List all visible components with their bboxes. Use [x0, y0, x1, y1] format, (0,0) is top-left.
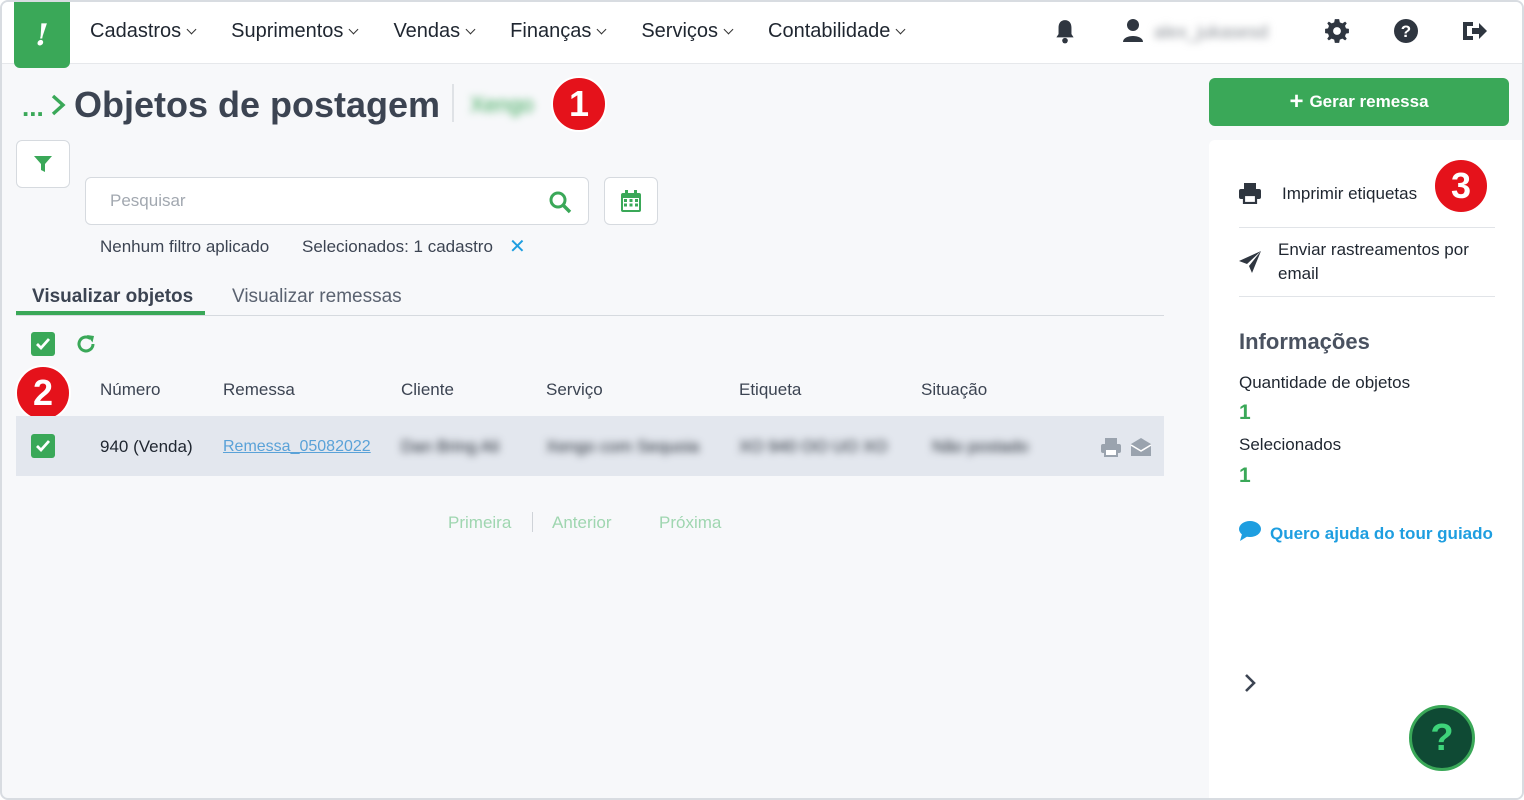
- info-objects-label: Quantidade de objetos: [1239, 373, 1411, 392]
- breadcrumb-dots[interactable]: ...: [22, 92, 44, 123]
- cell-numero: 940 (Venda): [100, 437, 193, 456]
- menu-label: Serviços: [641, 20, 719, 42]
- row-actions: [1100, 436, 1152, 463]
- expand-panel-chevron-icon[interactable]: [1242, 672, 1258, 699]
- column-header-numero[interactable]: Número: [100, 380, 160, 400]
- menu-suprimentos[interactable]: Suprimentos: [231, 20, 359, 43]
- info-selected-label: Selecionados: [1239, 435, 1342, 454]
- tabs-divider: [16, 315, 1164, 316]
- print-labels-label: Imprimir etiquetas: [1282, 184, 1418, 203]
- menu-label: Contabilidade: [768, 20, 891, 42]
- menu-financas[interactable]: Finanças: [510, 20, 607, 43]
- calendar-icon: [621, 190, 641, 212]
- chevron-down-icon: [596, 24, 607, 35]
- cell-etiqueta: XO 940 OO UO XO: [739, 437, 888, 456]
- column-header-situacao[interactable]: Situação: [921, 380, 987, 400]
- column-header-cliente[interactable]: Cliente: [401, 380, 454, 400]
- cell-servico: Xengo com Sequoia: [546, 437, 700, 456]
- pager-first[interactable]: Primeira: [448, 513, 511, 533]
- print-icon[interactable]: [1100, 436, 1122, 463]
- menu-vendas[interactable]: Vendas: [393, 20, 476, 43]
- cell-situacao: Não postado: [932, 437, 1029, 456]
- column-header-servico[interactable]: Serviço: [546, 380, 603, 400]
- filter-status: Nenhum filtro aplicado: [100, 237, 270, 256]
- clear-selection-icon[interactable]: ✕: [509, 234, 526, 259]
- pager-next[interactable]: Próxima: [659, 513, 721, 533]
- row-checkbox[interactable]: [31, 434, 55, 458]
- info-selected-value: 1: [1239, 464, 1251, 487]
- annotation-badge-1: 1: [551, 76, 607, 132]
- check-icon: [36, 440, 51, 453]
- user-icon[interactable]: [1122, 18, 1144, 49]
- main-menu: Cadastros Suprimentos Vendas Finanças Se…: [90, 20, 940, 43]
- generate-shipment-button[interactable]: + Gerar remessa: [1209, 78, 1509, 126]
- selected-status: Selecionados: 1 cadastro: [302, 237, 493, 256]
- search-field[interactable]: [85, 177, 589, 225]
- chevron-down-icon: [186, 24, 197, 35]
- filter-button[interactable]: [16, 140, 70, 188]
- cell-cliente: Dan Bring Ali: [401, 437, 500, 456]
- info-title: Informações: [1239, 329, 1370, 354]
- title-divider: [452, 84, 454, 122]
- chevron-down-icon: [465, 24, 476, 35]
- menu-label: Suprimentos: [231, 20, 344, 42]
- gear-icon[interactable]: [1324, 18, 1350, 49]
- select-all-checkbox[interactable]: [31, 332, 55, 356]
- page-title: Objetos de postagem: [74, 84, 441, 125]
- chat-bubble-icon: [1238, 520, 1262, 547]
- envelope-icon[interactable]: [1130, 436, 1152, 463]
- annotation-badge-2: 2: [15, 365, 71, 421]
- plus-icon: +: [1289, 88, 1304, 115]
- side-divider: [1239, 296, 1495, 297]
- pager-previous[interactable]: Anterior: [552, 513, 612, 533]
- filter-icon: [34, 156, 52, 172]
- check-icon: [36, 338, 51, 351]
- pager-separator: [532, 512, 533, 532]
- search-input[interactable]: [110, 191, 530, 211]
- app-logo[interactable]: !: [14, 2, 70, 68]
- menu-label: Cadastros: [90, 20, 182, 42]
- column-header-remessa[interactable]: Remessa: [223, 380, 295, 400]
- menu-label: Finanças: [510, 20, 592, 42]
- svg-text:?: ?: [1401, 22, 1411, 41]
- tab-visualizar-objetos[interactable]: Visualizar objetos: [32, 286, 193, 308]
- chevron-right-icon: [50, 94, 66, 121]
- annotation-badge-3: 3: [1433, 158, 1489, 214]
- column-header-etiqueta[interactable]: Etiqueta: [739, 380, 801, 400]
- logout-icon[interactable]: [1461, 18, 1489, 49]
- menu-contabilidade[interactable]: Contabilidade: [768, 20, 906, 43]
- menu-cadastros[interactable]: Cadastros: [90, 20, 197, 43]
- info-objects-value: 1: [1239, 401, 1251, 424]
- chevron-down-icon: [723, 24, 734, 35]
- active-tab-indicator: [16, 311, 205, 315]
- app-frame: ! Cadastros Suprimentos Vendas Finanças …: [0, 0, 1524, 800]
- date-filter-button[interactable]: [604, 177, 658, 225]
- printer-icon: [1238, 182, 1262, 209]
- refresh-icon[interactable]: [74, 332, 98, 361]
- user-name[interactable]: alex_jukasesd: [1154, 22, 1268, 43]
- chevron-down-icon: [895, 24, 906, 35]
- generate-shipment-label: Gerar remessa: [1309, 92, 1429, 111]
- integration-tag: Xengo: [470, 92, 534, 117]
- tab-visualizar-remessas[interactable]: Visualizar remessas: [232, 286, 402, 308]
- cell-remessa-link[interactable]: Remessa_05082022: [223, 438, 371, 456]
- side-divider: [1239, 227, 1495, 228]
- menu-label: Vendas: [393, 20, 461, 42]
- help-floating-button[interactable]: ?: [1409, 705, 1475, 771]
- search-icon[interactable]: [548, 190, 572, 219]
- send-tracking-label-line2: email: [1278, 264, 1319, 283]
- menu-servicos[interactable]: Serviços: [641, 20, 734, 43]
- guided-tour-link[interactable]: Quero ajuda do tour guiado: [1238, 520, 1493, 547]
- print-labels-action[interactable]: Imprimir etiquetas: [1238, 182, 1417, 209]
- help-icon[interactable]: ?: [1393, 18, 1419, 49]
- send-tracking-label-line1: Enviar rastreamentos por: [1278, 240, 1469, 259]
- send-tracking-label: Enviar rastreamentos por email: [1278, 238, 1469, 286]
- send-tracking-action[interactable]: Enviar rastreamentos por email: [1238, 238, 1469, 286]
- top-nav: ! Cadastros Suprimentos Vendas Finanças …: [2, 2, 1522, 68]
- chevron-down-icon: [348, 24, 359, 35]
- paper-plane-icon: [1238, 250, 1262, 279]
- guided-tour-label: Quero ajuda do tour guiado: [1270, 523, 1493, 543]
- bell-icon[interactable]: [1052, 18, 1078, 51]
